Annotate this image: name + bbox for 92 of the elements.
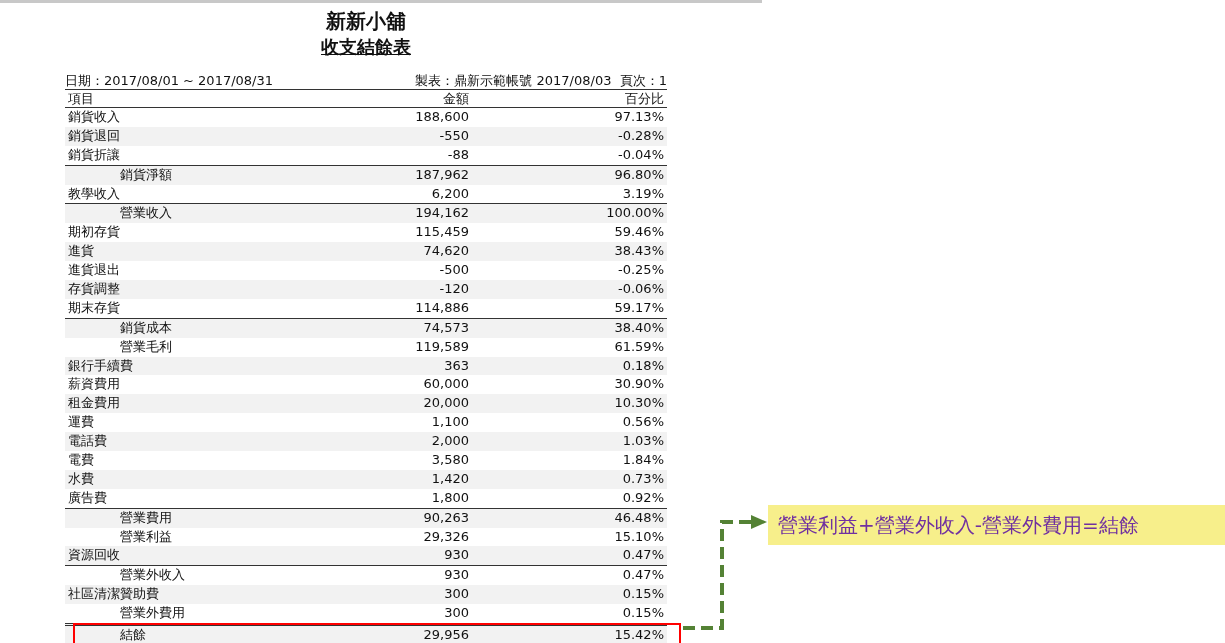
amount-cell-text: -550: [438, 126, 469, 145]
percent-cell-text: 1.03%: [621, 432, 665, 451]
item-cell-text: 進貨: [67, 242, 95, 261]
amount-cell-text: 194,162: [414, 204, 469, 223]
item-cell-text: 水費: [67, 469, 95, 488]
percent-cell-text: 100.00%: [605, 204, 665, 223]
percent-cell-text: 0.18%: [621, 356, 665, 375]
prepared-by: 製表：鼎新示範帳號 2017/08/03 頁次：1: [415, 72, 667, 89]
percent-cell-text: 0.92%: [621, 488, 665, 507]
percent-cell-text: -0.28%: [617, 126, 665, 145]
report-title: 收支結餘表: [321, 35, 411, 59]
item-cell-text: 電費: [67, 451, 95, 470]
item-cell-text: 銷貨折讓: [67, 145, 121, 164]
percent-cell-text: 59.17%: [613, 298, 665, 317]
item-cell-text: 租金費用: [67, 394, 121, 413]
percent-cell-text: 0.73%: [621, 469, 665, 488]
percent-cell-text: 0.47%: [621, 546, 665, 565]
percent-cell-text: 61.59%: [613, 337, 665, 356]
item-cell-text: 廣告費: [67, 488, 108, 507]
percent-cell-text: 3.19%: [621, 184, 665, 203]
amount-cell-text: -120: [438, 280, 469, 298]
amount-cell-text: 363: [443, 356, 469, 375]
amount-cell-text: 74,620: [422, 242, 469, 261]
amount-cell-text: 60,000: [422, 375, 469, 394]
amount-cell-text: 930: [443, 566, 469, 585]
item-cell-text: 期初存貨: [67, 223, 121, 242]
percent-cell-text: 0.15%: [621, 585, 665, 604]
item-cell-text: 進貨退出: [67, 261, 121, 280]
amount-cell-text: 114,886: [414, 298, 469, 317]
amount-cell-text: 3,580: [430, 451, 469, 470]
item-cell-text: 銷貨退回: [67, 126, 121, 145]
item-cell-text: 營業外收入: [119, 566, 186, 585]
amount-cell-text: 115,459: [414, 223, 469, 242]
formula-callout: 營業利益+營業外收入-營業外費用=結餘: [768, 505, 1225, 545]
item-cell-text: 營業費用: [119, 508, 173, 527]
amount-cell-text: -88: [446, 145, 469, 164]
item-cell-text: 存貨調整: [67, 280, 121, 298]
item-cell-text: 營業毛利: [119, 337, 173, 356]
percent-cell-text: -0.06%: [617, 280, 665, 298]
percent-cell-text: 1.84%: [621, 451, 665, 470]
item-cell-text: 電話費: [67, 432, 108, 451]
percent-cell-text: 38.40%: [613, 318, 665, 337]
item-cell-text: 銷貨成本: [119, 318, 173, 337]
percent-cell-text: 0.15%: [621, 604, 665, 623]
item-cell-text: 營業外費用: [119, 604, 186, 623]
amount-cell-text: 20,000: [422, 394, 469, 413]
percent-cell-text: 10.30%: [613, 394, 665, 413]
percent-cell-text: 97.13%: [613, 108, 665, 126]
percent-cell-text: 0.47%: [621, 566, 665, 585]
column-header: 項目: [67, 90, 95, 107]
percent-cell-text: 30.90%: [613, 375, 665, 394]
amount-cell-text: 2,000: [430, 432, 469, 451]
percent-cell-text: 38.43%: [613, 242, 665, 261]
percent-cell-text: -0.04%: [617, 145, 665, 164]
item-cell-text: 社區清潔贊助費: [67, 585, 160, 604]
amount-cell-text: 6,200: [430, 184, 469, 203]
item-cell-text: 教學收入: [67, 184, 121, 203]
item-cell-text: 薪資費用: [67, 375, 121, 394]
amount-cell-text: 1,800: [430, 488, 469, 507]
amount-cell-text: 1,420: [430, 469, 469, 488]
item-cell-text: 期末存貨: [67, 298, 121, 317]
amount-cell-text: 90,263: [422, 508, 469, 527]
amount-cell-text: 119,589: [414, 337, 469, 356]
column-header: 百分比: [624, 90, 665, 107]
item-cell-text: 銷貨收入: [67, 108, 121, 126]
amount-cell-text: 29,956: [422, 626, 469, 643]
percent-cell-text: 46.48%: [613, 508, 665, 527]
amount-cell-text: 1,100: [430, 413, 469, 432]
item-cell-text: 銷貨淨額: [119, 165, 173, 184]
amount-cell-text: 74,573: [422, 318, 469, 337]
amount-cell-text: -500: [438, 261, 469, 280]
amount-cell-text: 930: [443, 546, 469, 565]
item-cell-text: 結餘: [119, 626, 147, 643]
amount-cell-text: 300: [443, 585, 469, 604]
percent-cell-text: 15.42%: [613, 626, 665, 643]
column-header: 金額: [442, 90, 469, 107]
item-cell-text: 資源回收: [67, 546, 121, 565]
amount-cell-text: 188,600: [414, 108, 469, 126]
percent-cell-text: 96.80%: [613, 165, 665, 184]
shop-name: 新新小舖: [326, 8, 406, 34]
percent-cell-text: -0.25%: [617, 261, 665, 280]
item-cell-text: 銀行手續費: [67, 356, 134, 375]
date-range: 日期：2017/08/01 ~ 2017/08/31: [65, 72, 273, 89]
percent-cell-text: 15.10%: [613, 527, 665, 546]
percent-cell-text: 0.56%: [621, 413, 665, 432]
item-cell-text: 營業收入: [119, 204, 173, 223]
item-cell-text: 營業利益: [119, 527, 173, 546]
amount-cell-text: 187,962: [414, 165, 469, 184]
amount-cell-text: 300: [443, 604, 469, 623]
item-cell-text: 運費: [67, 413, 95, 432]
amount-cell-text: 29,326: [422, 527, 469, 546]
percent-cell-text: 59.46%: [613, 223, 665, 242]
